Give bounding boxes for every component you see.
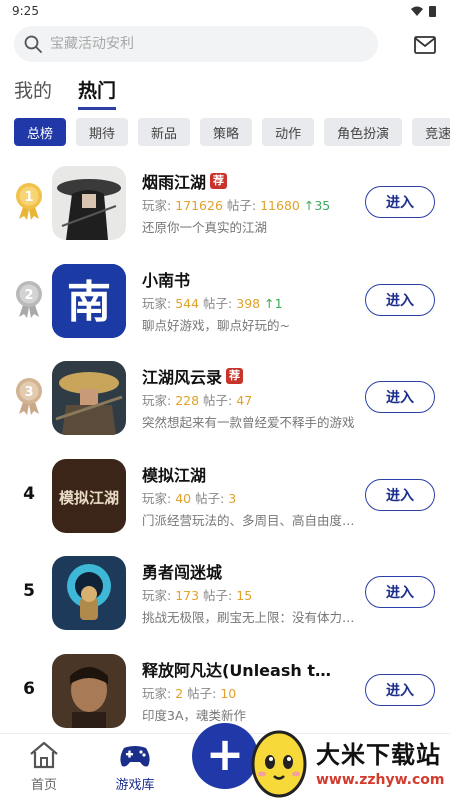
game-stats: 玩家: 228 帖子: 47 — [142, 393, 253, 408]
tab-mine[interactable]: 我的 — [14, 76, 52, 110]
rank-medal-bronze: 3 — [14, 376, 44, 416]
list-item: 3 江湖风云录 荐 玩家: 228 帖子: 47 突然想起来有一款曾经爱不释手的… — [0, 353, 450, 451]
chip-racing[interactable]: 竞速 — [412, 118, 450, 146]
game-icon-avatar[interactable] — [52, 653, 126, 728]
game-stats: 玩家: 171626 帖子: 11680 ↑35 — [142, 198, 331, 213]
game-name[interactable]: 模拟江湖 — [142, 462, 206, 486]
game-desc: 还原你一个真实的江湖 — [142, 220, 268, 235]
game-stats: 玩家: 2 帖子: 10 — [142, 685, 237, 701]
svg-text:1: 1 — [24, 190, 33, 205]
enter-button[interactable]: 进入 — [365, 186, 435, 218]
game-desc: 突然想起来有一款曾经爱不释手的游戏 — [142, 415, 355, 430]
nav-game-library[interactable]: 游戏库 — [105, 740, 165, 793]
bronze-medal-icon: 3 — [16, 378, 42, 415]
rank-medal-silver: 2 — [14, 279, 44, 319]
tab-hot[interactable]: 热门 — [78, 76, 117, 110]
nav-home-label: 首页 — [30, 778, 57, 793]
chip-new[interactable]: 新品 — [138, 118, 191, 146]
search-box[interactable] — [14, 26, 378, 62]
watermark-url: www.zzhyw.com — [316, 771, 445, 788]
game-desc: 挑战无极限，刷宝无上限：没有体力限制 — [142, 610, 356, 625]
rank-number: 5 — [23, 581, 35, 601]
battery-icon — [429, 5, 436, 17]
game-name[interactable]: 小南书 — [142, 267, 190, 291]
game-stats: 玩家: 173 帖子: 15 — [142, 588, 253, 603]
wifi-icon — [411, 6, 423, 16]
chip-strategy[interactable]: 策略 — [200, 118, 253, 146]
game-icon-yongzhe[interactable] — [52, 556, 126, 630]
enter-button[interactable]: 进入 — [365, 283, 435, 316]
rank-number: 6 — [23, 678, 35, 699]
game-icon-xiaonanshu[interactable]: 南 — [52, 263, 126, 338]
rank-number: 4 — [23, 483, 35, 504]
watermark: 大米下载站 www.zzhyw.com — [248, 722, 450, 800]
game-icon-jianghu-fengyun[interactable] — [52, 361, 126, 435]
mail-icon[interactable] — [414, 36, 436, 54]
home-icon — [30, 741, 58, 769]
game-desc: 聊点好游戏，聊点好玩的~ — [142, 317, 290, 333]
game-name[interactable]: 释放阿凡达(Unleash the Avatar) — [142, 657, 342, 681]
status-time: 9:25 — [12, 4, 39, 18]
list-item: 5 勇者闯迷城 玩家: 173 帖子: 15 挑战无极限，刷宝无上限：没有体力限… — [0, 548, 450, 646]
search-input[interactable] — [50, 36, 330, 52]
game-list: 1 烟雨江湖 荐 玩家: 171626 帖子: 11680 ↑35 还原你一个真 — [0, 158, 450, 743]
svg-text:2: 2 — [24, 288, 33, 303]
game-desc: 门派经营玩法的、多周目、高自由度的江湖 — [142, 512, 356, 528]
game-name[interactable]: 勇者闯迷城 — [142, 559, 222, 583]
game-icon-yanyu[interactable] — [52, 166, 126, 240]
gamepad-icon — [120, 746, 150, 767]
plus-icon: + — [205, 727, 245, 781]
enter-button[interactable]: 进入 — [365, 673, 435, 706]
top-tabs: 我的 热门 — [14, 76, 117, 110]
enter-button[interactable]: 进入 — [365, 478, 435, 511]
game-icon-moni-jianghu[interactable]: 模拟江湖 — [52, 458, 126, 533]
watermark-title: 大米下载站 — [316, 740, 441, 769]
enter-button[interactable]: 进入 — [365, 381, 435, 413]
chip-expected[interactable]: 期待 — [76, 118, 129, 146]
chip-rpg[interactable]: 角色扮演 — [324, 118, 403, 146]
nav-library-label: 游戏库 — [115, 778, 155, 793]
category-chips: 总榜 期待 新品 策略 动作 角色扮演 竞速 — [14, 118, 450, 146]
list-item: 2 南 小南书 玩家: 544 帖子: 398 ↑1 聊点好游戏，聊点好玩的~ … — [0, 256, 450, 354]
status-bar: 9:25 — [0, 0, 450, 22]
enter-button[interactable]: 进入 — [365, 576, 435, 608]
recommend-badge: 荐 — [210, 173, 228, 189]
watermark-logo-icon — [251, 730, 307, 798]
rank-medal-gold: 1 — [14, 181, 44, 221]
status-icons — [411, 5, 436, 17]
svg-text:3: 3 — [24, 385, 33, 400]
svg-text:模拟江湖: 模拟江湖 — [59, 489, 119, 507]
list-item: 1 烟雨江湖 荐 玩家: 171626 帖子: 11680 ↑35 还原你一个真 — [0, 158, 450, 256]
chip-action[interactable]: 动作 — [262, 118, 315, 146]
chip-overall[interactable]: 总榜 — [14, 118, 67, 146]
nav-home[interactable]: 首页 — [14, 740, 74, 793]
game-desc: 印度3A，魂类新作 — [142, 707, 247, 723]
list-item: 4 模拟江湖 模拟江湖 玩家: 40 帖子: 3 门派经营玩法的、多周目、高自由… — [0, 451, 450, 549]
silver-medal-icon: 2 — [16, 280, 42, 318]
game-name[interactable]: 江湖风云录 — [142, 364, 222, 388]
game-stats: 玩家: 544 帖子: 398 ↑1 — [142, 295, 283, 311]
game-name[interactable]: 烟雨江湖 — [142, 169, 206, 193]
search-row — [14, 26, 436, 62]
game-stats: 玩家: 40 帖子: 3 — [142, 490, 237, 506]
gold-medal-icon: 1 — [16, 183, 42, 220]
svg-text:南: 南 — [67, 277, 111, 328]
search-icon — [24, 35, 42, 53]
recommend-badge: 荐 — [226, 368, 244, 384]
